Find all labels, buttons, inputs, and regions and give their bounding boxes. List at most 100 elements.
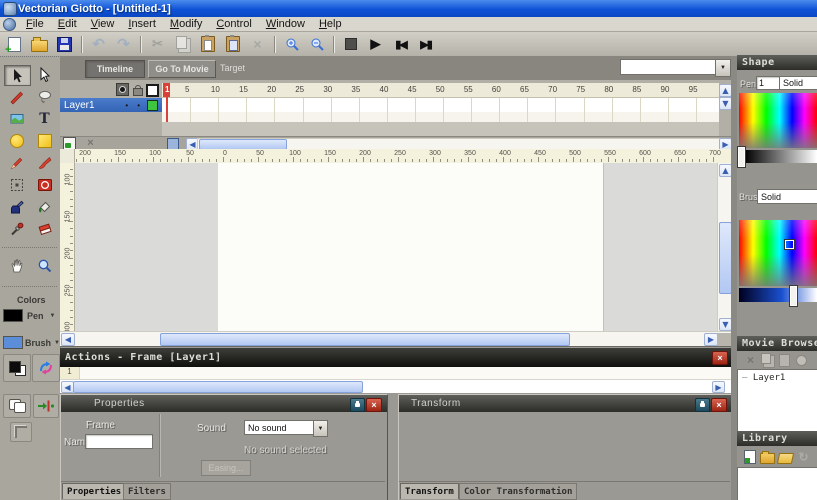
- center-frame-button[interactable]: [166, 138, 179, 149]
- actions-hscrollbar[interactable]: ◀ ▶: [60, 379, 731, 393]
- toolbar-go-first-button[interactable]: ▮◀: [388, 34, 413, 55]
- pen-luminance-slider-handle[interactable]: [737, 146, 746, 168]
- library-new-symbol-button[interactable]: [742, 450, 757, 464]
- menu-file[interactable]: File: [19, 18, 51, 31]
- menu-control[interactable]: Control: [209, 18, 258, 31]
- tool-line-button[interactable]: [4, 87, 29, 106]
- canvas-hscrollbar-thumb[interactable]: [160, 333, 570, 346]
- brush-color-swatch[interactable]: [3, 336, 23, 349]
- menu-modify[interactable]: Modify: [163, 18, 209, 31]
- toolbar-go-last-button[interactable]: ▶▮: [413, 34, 438, 55]
- movie-browser-delete-button[interactable]: ×: [743, 353, 758, 367]
- toolbar-stop-button[interactable]: [338, 34, 363, 55]
- no-color-button[interactable]: [3, 394, 31, 418]
- tool-eyedropper-button[interactable]: [4, 219, 29, 238]
- tool-oval-button[interactable]: [4, 131, 29, 150]
- sound-combobox[interactable]: No sound: [244, 420, 318, 435]
- layer-visible-dot[interactable]: •: [125, 101, 128, 110]
- tool-eraser-button[interactable]: [32, 219, 57, 238]
- actions-close-button[interactable]: ×: [712, 351, 728, 365]
- pen-color-row[interactable]: Pen ▼: [3, 309, 55, 322]
- tool-fill-transform-button[interactable]: [32, 175, 57, 194]
- brush-color-picker-marker[interactable]: [785, 240, 794, 249]
- frames-area[interactable]: 5101520253035404550556065707580859095 1: [162, 83, 719, 136]
- brush-color-spectrum[interactable]: [739, 220, 817, 286]
- tool-pencil-button[interactable]: [4, 153, 29, 172]
- library-open-folder-button[interactable]: [778, 450, 793, 464]
- brush-color-row[interactable]: Brush ▼: [3, 336, 60, 349]
- default-colors-button[interactable]: [3, 354, 31, 382]
- toolbar-paste-button[interactable]: [195, 34, 220, 55]
- pen-color-spectrum[interactable]: [739, 93, 817, 148]
- scene-selector-dropdown-arrow[interactable]: ▼: [715, 59, 731, 77]
- layer-row[interactable]: Layer1 • •: [60, 98, 162, 112]
- brush-style-combobox[interactable]: Solid: [757, 189, 817, 204]
- frame-name-input[interactable]: [85, 434, 153, 449]
- toolbar-new-document-button[interactable]: +: [2, 34, 27, 55]
- timeline-view-button[interactable]: Timeline: [85, 60, 145, 78]
- pen-color-swatch[interactable]: [3, 309, 23, 322]
- tool-zoom-button[interactable]: [32, 256, 57, 275]
- toolbar-zoom-in-button[interactable]: [279, 34, 304, 55]
- library-refresh-button[interactable]: ↻: [796, 450, 811, 464]
- tool-hand-button[interactable]: [4, 256, 29, 275]
- transform-pin-button[interactable]: [695, 398, 710, 412]
- tool-free-transform-button[interactable]: [4, 175, 29, 194]
- show-layers-as-outlines-icon[interactable]: [146, 83, 159, 96]
- movie-browser-paste-button[interactable]: [777, 353, 792, 367]
- lock-unlock-all-layers-icon[interactable]: [131, 83, 144, 96]
- menu-insert[interactable]: Insert: [121, 18, 163, 31]
- movie-browser-edit-button[interactable]: [794, 353, 809, 367]
- actions-hscrollbar-thumb[interactable]: [73, 381, 363, 393]
- tool-paint-bucket-button[interactable]: [32, 197, 57, 216]
- tool-text-button[interactable]: T: [32, 109, 57, 128]
- shape-panel-header[interactable]: Shape: [737, 55, 817, 70]
- transform-panel-header[interactable]: Transform: [399, 395, 732, 412]
- tree-item-layer1[interactable]: — Layer1: [742, 373, 817, 383]
- brush-luminance-slider-handle[interactable]: [789, 285, 798, 307]
- toolbar-copy-button[interactable]: [170, 34, 195, 55]
- tool-brush-button[interactable]: [32, 153, 57, 172]
- canvas-scroll-right-arrow[interactable]: ▶: [704, 333, 718, 346]
- layer-outline-color-swatch[interactable]: [147, 100, 158, 111]
- properties-panel-header[interactable]: Properties: [61, 395, 387, 412]
- movie-browser-tree[interactable]: — Layer1: [737, 369, 817, 433]
- tab-color-transformation[interactable]: Color Transformation: [459, 483, 577, 500]
- pen-style-combobox[interactable]: Solid: [779, 76, 817, 90]
- tool-rectangle-button[interactable]: [32, 131, 57, 150]
- actions-code-area[interactable]: 1: [60, 367, 731, 379]
- toolbar-undo-button[interactable]: ↶: [86, 34, 111, 55]
- menu-help[interactable]: Help: [312, 18, 349, 31]
- movie-browser-copy-button[interactable]: [760, 353, 775, 367]
- toolbar-open-button[interactable]: [27, 34, 52, 55]
- library-header[interactable]: Library: [737, 431, 817, 446]
- delete-layer-button[interactable]: ×: [84, 138, 97, 149]
- insert-layer-button[interactable]: [63, 138, 76, 149]
- pen-luminance-slider[interactable]: [745, 150, 817, 163]
- toolbar-save-button[interactable]: [52, 34, 77, 55]
- menu-edit[interactable]: Edit: [51, 18, 84, 31]
- sound-dropdown-arrow[interactable]: ▼: [313, 420, 328, 437]
- menu-window[interactable]: Window: [259, 18, 312, 31]
- tool-lasso-button[interactable]: [32, 87, 57, 106]
- toolbar-paste-frames-button[interactable]: [220, 34, 245, 55]
- layer-lock-dot[interactable]: •: [137, 101, 140, 110]
- toolbar-redo-button[interactable]: ↷: [111, 34, 136, 55]
- playhead-line[interactable]: [166, 97, 168, 122]
- go-to-movie-button[interactable]: Go To Movie: [148, 60, 216, 78]
- actions-scroll-right-arrow[interactable]: ▶: [712, 381, 725, 393]
- canvas-vscrollbar[interactable]: ▲ ▼: [717, 163, 732, 331]
- chevron-down-icon[interactable]: ▼: [50, 313, 56, 319]
- actions-panel-header[interactable]: Actions - Frame [Layer1]: [60, 348, 736, 367]
- menu-view[interactable]: View: [84, 18, 122, 31]
- movie-browser-header[interactable]: Movie Browser: [737, 336, 817, 351]
- tab-filters[interactable]: Filters: [123, 483, 171, 500]
- tool-selection-button[interactable]: [4, 65, 31, 86]
- properties-pin-button[interactable]: [350, 398, 365, 412]
- canvas-hscrollbar[interactable]: ◀ ▶: [60, 331, 731, 346]
- playhead-head[interactable]: 1: [163, 83, 170, 97]
- swap-colors-button[interactable]: [32, 354, 60, 382]
- library-new-folder-button[interactable]: [760, 450, 775, 464]
- show-hide-all-layers-icon[interactable]: [116, 83, 129, 96]
- tool-ink-bottle-button[interactable]: [4, 197, 29, 216]
